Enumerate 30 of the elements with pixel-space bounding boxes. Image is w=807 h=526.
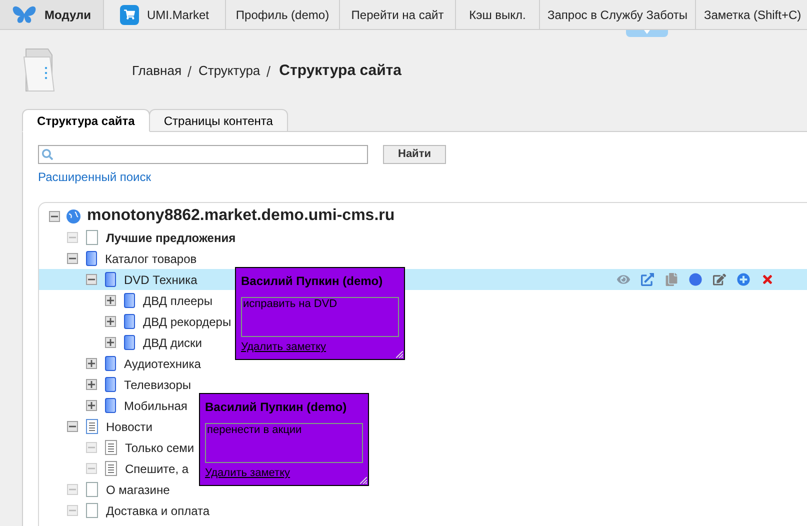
note-author: Василий Пупкин (demo) bbox=[241, 274, 384, 289]
tree-item-label[interactable]: Лучшие предложения bbox=[106, 228, 236, 246]
tree-item-label[interactable]: ДВД плееры bbox=[143, 292, 212, 310]
tree-item-label[interactable]: Спешите, а bbox=[125, 460, 189, 478]
tree-item-label[interactable]: Новости bbox=[106, 418, 152, 436]
breadcrumb-link[interactable]: Структура bbox=[198, 61, 260, 81]
tree-item-label[interactable]: О магазине bbox=[106, 480, 170, 498]
tree-item-label[interactable]: ДВД диски bbox=[143, 334, 202, 352]
note-author: Василий Пупкин (demo) bbox=[205, 400, 348, 415]
tree-item-label[interactable]: Телевизоры bbox=[124, 376, 192, 394]
tree-item-label[interactable]: Каталог товаров bbox=[105, 250, 197, 268]
tree-item-label[interactable]: Мобильная bbox=[124, 396, 188, 414]
tree-item-label[interactable]: DVD Техника bbox=[124, 270, 198, 288]
tree-item-label[interactable]: Доставка и оплата bbox=[106, 502, 210, 520]
page-title: Структура сайта bbox=[279, 60, 402, 81]
tab[interactable]: Страницы контента bbox=[148, 109, 288, 132]
top-menu-link[interactable]: Заметка (Shift+C) bbox=[696, 0, 807, 29]
tab[interactable]: Структура сайта bbox=[22, 109, 150, 132]
top-menu-link[interactable]: Запрос в Службу Заботы bbox=[540, 0, 696, 29]
tree-item-label[interactable]: Только семи bbox=[125, 438, 194, 456]
top-menu-link[interactable]: Профиль (demo) bbox=[226, 0, 340, 29]
find-button[interactable]: Найти bbox=[383, 145, 446, 164]
site-domain-label[interactable]: monotony8862.market.demo.umi-cms.ru bbox=[87, 204, 395, 228]
advanced-search-link[interactable]: Расширенный поиск bbox=[38, 168, 151, 186]
tree-item-label[interactable]: ДВД рекордеры bbox=[143, 312, 232, 330]
tree-item-label[interactable]: Аудиотехника bbox=[124, 354, 201, 372]
market-menu-link[interactable]: UMI.Market bbox=[146, 6, 209, 24]
breadcrumb-link[interactable]: Главная bbox=[132, 61, 182, 81]
top-menu-link[interactable]: Перейти на сайт bbox=[340, 0, 456, 29]
top-menu-link[interactable]: Кэш выкл. bbox=[456, 0, 540, 29]
